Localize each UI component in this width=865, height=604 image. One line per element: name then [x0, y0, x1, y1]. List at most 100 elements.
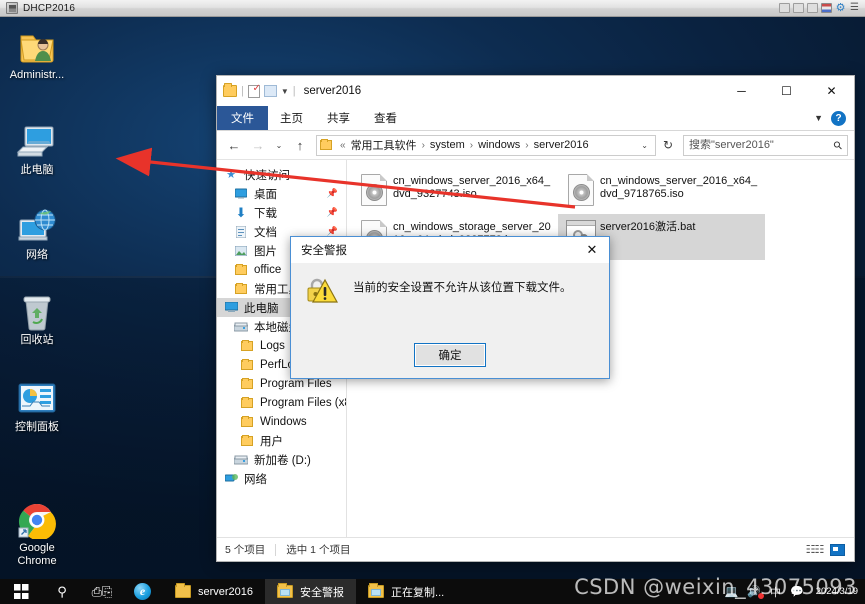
taskbar-app-server2016[interactable]: server2016 [163, 579, 265, 604]
address-bar: ← → ⌄ ↑ « 常用工具软件 › system › windows › se… [217, 131, 854, 159]
sidebar-item-network[interactable]: 网络 [217, 469, 346, 488]
folder-icon [320, 139, 332, 150]
volume-tray-icon[interactable]: 🔊 [747, 585, 765, 599]
expand-ribbon-icon[interactable]: ▼ [814, 113, 823, 123]
maximize-icon[interactable] [807, 3, 818, 13]
file-item[interactable]: cn_windows_server_2016_x64_dvd_9718765.i… [558, 168, 765, 214]
taskbar-app-label: 正在复制... [391, 586, 445, 599]
tab-home[interactable]: 主页 [268, 106, 315, 130]
taskbar-app-internet-explorer[interactable]: e [122, 579, 163, 604]
clock[interactable]: 2024/3/19 [813, 586, 858, 597]
system-tray: 💻 🔊 中 💬 2024/3/19 [725, 579, 865, 604]
breadcrumb-item-3[interactable]: server2016 [534, 139, 589, 151]
sidebar-item-users[interactable]: 用户 [217, 431, 346, 450]
dialog-footer: 确定 [291, 332, 609, 378]
tab-share[interactable]: 共享 [315, 106, 362, 130]
flag-icon[interactable] [821, 3, 832, 13]
search-box[interactable]: ⚲ [683, 134, 848, 156]
status-bar: 5 个项目 选中 1 个项目 ☷☷ [217, 537, 854, 561]
desktop-icon-label: Administr... [9, 69, 65, 81]
network-tray-icon[interactable]: 💻 [725, 585, 739, 598]
sidebar-item-new-volume-d[interactable]: 新加卷 (D:) [217, 450, 346, 469]
desktop-icon [233, 188, 249, 199]
explorer-icon [368, 583, 385, 598]
pin-icon[interactable]: 📌 [327, 188, 338, 199]
taskbar-app-label: 安全警报 [300, 586, 345, 599]
sidebar-item-label: Windows [260, 415, 307, 428]
new-folder-icon[interactable] [263, 85, 277, 97]
up-button[interactable]: ↑ [289, 134, 311, 156]
breadcrumb-item-2[interactable]: windows [478, 139, 520, 151]
taskbar-app-copying[interactable]: 正在复制... [356, 579, 456, 604]
details-view-icon[interactable]: ☷☷ [806, 542, 825, 557]
breadcrumb-prefix: « [340, 139, 346, 151]
sidebar-item-downloads[interactable]: ⬇ 下载 📌 [217, 203, 346, 222]
pin-icon[interactable]: 📌 [327, 207, 338, 218]
folder-icon[interactable] [223, 83, 237, 97]
start-button[interactable] [0, 579, 42, 604]
sidebar-item-quick-access[interactable]: ★ 快速访问 [217, 165, 346, 184]
breadcrumb-separator: › [421, 139, 425, 151]
tab-file[interactable]: 文件 [217, 106, 268, 130]
forward-button[interactable]: → [247, 134, 269, 156]
internet-explorer-icon: e [134, 583, 151, 600]
recent-locations-button[interactable]: ⌄ [271, 134, 287, 156]
desktop-icon-label: 网络 [26, 249, 48, 261]
status-divider [275, 543, 277, 556]
desktop-icon-network[interactable]: 网络 [0, 205, 74, 262]
qat-divider: | [241, 85, 244, 97]
task-view-button[interactable]: ⎙⎘ [82, 579, 122, 604]
refresh-icon[interactable]: ↻ [658, 138, 678, 152]
file-name: cn_windows_server_2016_x64_dvd_9327743.i… [393, 175, 551, 200]
ime-icon[interactable]: 中 [770, 584, 781, 600]
maximize-button[interactable]: ☐ [764, 76, 809, 106]
breadcrumb-dropdown-icon[interactable]: ⌄ [637, 141, 652, 150]
dialog-close-button[interactable]: ✕ [575, 237, 609, 263]
file-name: cn_windows_server_2016_x64_dvd_9718765.i… [600, 175, 758, 200]
ok-button[interactable]: 确定 [414, 343, 486, 367]
sidebar-item-windows[interactable]: Windows [217, 412, 346, 431]
folder-icon [175, 583, 191, 598]
desktop-icon-recycle-bin[interactable]: 回收站 [0, 290, 74, 347]
dialog-titlebar[interactable]: 安全警报 ✕ [291, 237, 609, 263]
help-icon[interactable]: ? [831, 110, 846, 126]
explorer-titlebar[interactable]: | ▼ | server2016 ─ ☐ ✕ [217, 76, 854, 106]
taskbar-search-button[interactable]: ⚲ [42, 579, 82, 604]
drive-icon [233, 455, 249, 465]
breadcrumb-item-1[interactable]: system [430, 139, 465, 151]
minimize-button[interactable]: ─ [719, 76, 764, 106]
breadcrumb-item-0[interactable]: 常用工具软件 [351, 137, 417, 153]
search-input[interactable] [689, 139, 834, 151]
menu-icon[interactable]: ☰ [849, 3, 860, 13]
sidebar-item-desktop[interactable]: 桌面 📌 [217, 184, 346, 203]
tab-view[interactable]: 查看 [362, 106, 409, 130]
user-folder-icon [0, 25, 74, 69]
chevron-down-icon[interactable]: ▼ [281, 87, 289, 96]
sidebar-item-program-files-x86[interactable]: Program Files (x86) [217, 393, 346, 412]
sidebar-item-label: 图片 [254, 245, 277, 258]
large-icons-view-icon[interactable] [829, 542, 846, 557]
control-panel-icon [0, 377, 74, 421]
back-button[interactable]: ← [223, 134, 245, 156]
dialog-message: 当前的安全设置不允许从该位置下载文件。 [353, 282, 572, 294]
action-center-icon[interactable]: 💬 [790, 585, 804, 598]
explorer-icon [277, 583, 294, 598]
view-buttons: ☷☷ [806, 542, 846, 557]
minimize-icon[interactable] [793, 3, 804, 13]
ribbon-right-controls: ▼ ? [814, 106, 854, 130]
taskbar-app-security-alert[interactable]: 安全警报 [265, 579, 357, 604]
desktop-icon-administrator[interactable]: Administr... [0, 25, 74, 82]
properties-icon[interactable] [247, 83, 261, 98]
breadcrumb[interactable]: « 常用工具软件 › system › windows › server2016… [316, 134, 656, 156]
gear-icon[interactable]: ⚙ [835, 3, 846, 14]
restore-icon[interactable] [779, 3, 790, 13]
file-item[interactable]: cn_windows_server_2016_x64_dvd_9327743.i… [351, 168, 558, 214]
desktop-icon-chrome[interactable]: Google Chrome [0, 498, 74, 568]
folder-icon [233, 282, 249, 294]
desktop-icon-this-pc[interactable]: 此电脑 [0, 120, 74, 177]
folder-icon [239, 415, 255, 427]
desktop-icon-control-panel[interactable]: 控制面板 [0, 377, 74, 434]
close-button[interactable]: ✕ [809, 76, 854, 106]
lock-warning-icon [305, 275, 339, 307]
folder-icon [239, 339, 255, 351]
